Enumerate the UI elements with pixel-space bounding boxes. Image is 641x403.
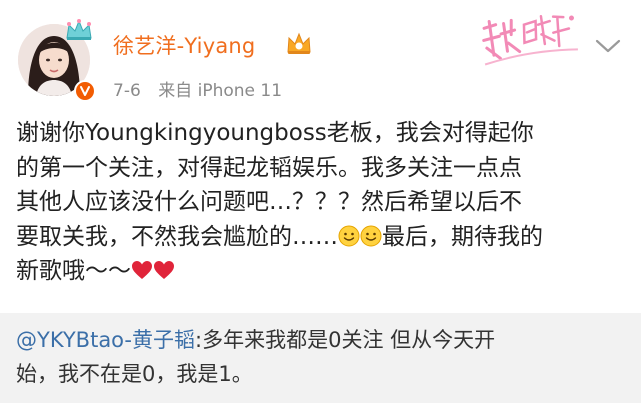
- post-line: 新歌哦～～: [16, 254, 628, 289]
- post-line: 其他人应该没什么问题吧…？？？然后希望以后不: [16, 189, 522, 215]
- smile-emoji-icon: [360, 225, 382, 246]
- decorative-stamp: [482, 15, 578, 66]
- heart-emoji-icon: [154, 261, 174, 279]
- quoted-repost-text: @YKYBtao-黄子韬:多年来我都是0关注 但从今天开 始，我不在是0，我是1…: [16, 323, 628, 391]
- member-crown-icon[interactable]: [285, 30, 313, 56]
- heart-emoji-icon: [132, 261, 152, 279]
- post-meta: 7-6 来自 iPhone 11: [113, 76, 282, 101]
- vip-badge-icon: [74, 80, 96, 102]
- crown-icon: [66, 19, 92, 40]
- post-body: 谢谢你Youngkingyoungboss老板，我会对得起你 的第一个关注，对得…: [16, 116, 628, 289]
- post-line: 的第一个关注，对得起龙韬娱乐。我多关注一点点: [16, 154, 522, 181]
- quote-line: 始，我不在是0，我是1。: [16, 362, 253, 386]
- avatar-container[interactable]: [12, 18, 96, 102]
- smile-emoji-icon: [338, 225, 360, 246]
- post-source: 来自 iPhone 11: [158, 81, 283, 101]
- post-line: 谢谢你Youngkingyoungboss老板，我会对得起你: [16, 120, 534, 146]
- post-date: 7-6: [113, 81, 141, 101]
- chevron-down-icon[interactable]: [593, 36, 623, 56]
- mention-link[interactable]: @YKYBtao-黄子韬: [16, 328, 195, 352]
- username[interactable]: 徐艺洋-Yiyang: [113, 30, 255, 60]
- quote-line: @YKYBtao-黄子韬:多年来我都是0关注 但从今天开: [16, 328, 496, 352]
- post-line: 要取关我，不然我会尴尬的…… 最后，期待我的: [16, 223, 543, 250]
